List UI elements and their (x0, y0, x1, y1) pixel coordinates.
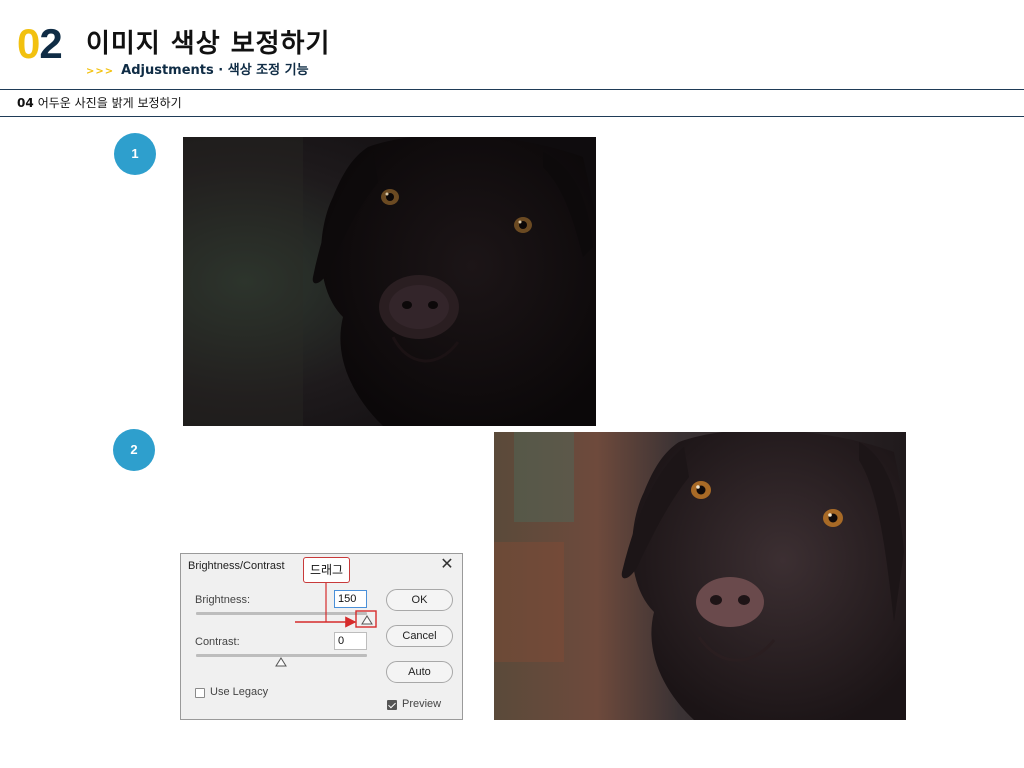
brightness-input[interactable]: 150 (334, 590, 367, 608)
use-legacy-checkbox[interactable] (195, 688, 205, 698)
contrast-slider-thumb[interactable] (275, 657, 287, 667)
contrast-label: Contrast: (195, 636, 240, 648)
section-heading: 04 어두운 사진을 밝게 보정하기 (0, 89, 1024, 117)
close-icon[interactable]: ✕ (438, 555, 456, 575)
page-subtitle: >>> Adjustments · 색상 조정 기능 (86, 62, 309, 81)
auto-button[interactable]: Auto (386, 661, 453, 683)
step-badge-1: 1 (114, 133, 156, 175)
contrast-input[interactable]: 0 (334, 632, 367, 650)
section-number: 04 (17, 96, 34, 110)
step-badge-2: 2 (113, 429, 155, 471)
dark-dog-photo (183, 137, 596, 426)
section-title: 어두운 사진을 밝게 보정하기 (37, 96, 182, 110)
use-legacy-label: Use Legacy (210, 686, 269, 698)
drag-callout: 드래그 (303, 557, 350, 583)
chapter-number: 02 (17, 20, 63, 67)
chapter-number-digit-1: 0 (17, 20, 40, 67)
dialog-title: Brightness/Contrast (188, 560, 285, 572)
bright-dog-photo (494, 432, 906, 720)
ok-button[interactable]: OK (386, 589, 453, 611)
brightness-label: Brightness: (195, 594, 251, 606)
page-title: 이미지 색상 보정하기 (86, 29, 331, 59)
chapter-number-digit-2: 2 (39, 20, 62, 67)
cancel-button[interactable]: Cancel (386, 625, 453, 647)
brightness-slider-track[interactable] (196, 612, 367, 615)
preview-checkbox[interactable] (387, 700, 397, 710)
preview-label: Preview (402, 698, 442, 710)
page-subtitle-text: Adjustments · 색상 조정 기능 (121, 63, 309, 78)
brightness-slider-thumb[interactable] (361, 615, 373, 625)
chevron-icon: >>> (86, 66, 115, 77)
